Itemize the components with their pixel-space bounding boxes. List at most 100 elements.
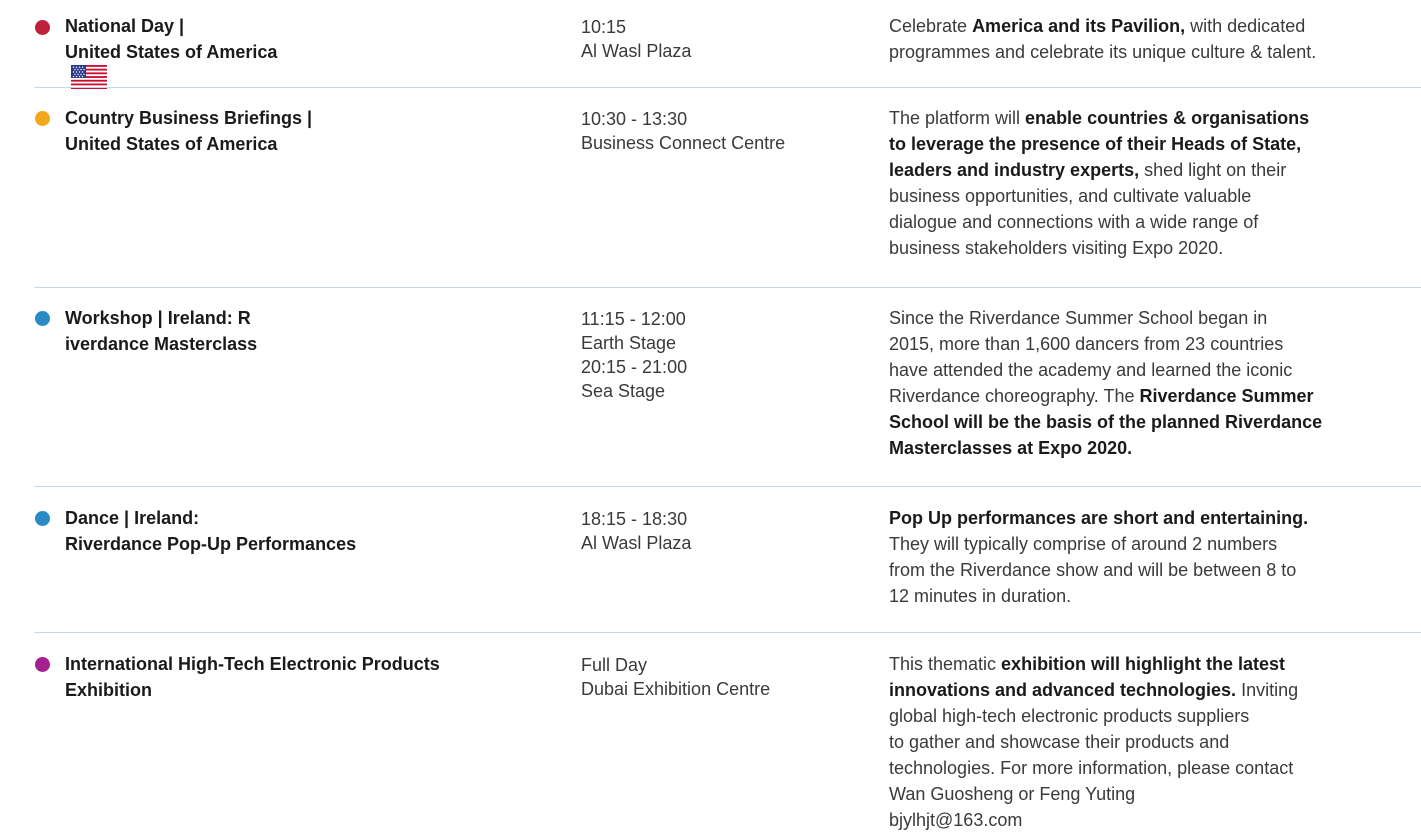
description-line: global high-tech electronic products sup…	[889, 703, 1414, 729]
event-time-venue: 10:15 Al Wasl Plaza	[581, 15, 691, 63]
event-time-venue: 11:15 - 12:00 Earth Stage 20:15 - 21:00 Sea…	[581, 307, 687, 403]
description-text: from the Riverdance show and will be bet…	[889, 560, 1297, 580]
description-text: This thematic	[889, 654, 1002, 674]
description-text: global high-tech electronic products sup…	[889, 706, 1250, 726]
event-description: Pop Up performances are short and entert…	[889, 505, 1414, 609]
event-description: This thematic exhibition will highlight …	[889, 651, 1414, 833]
description-line: business opportunities, and cultivate va…	[889, 183, 1414, 209]
description-text: bjylhjt@163.com	[889, 810, 1023, 830]
event-title-line: Riverdance Pop-Up Performances	[65, 534, 357, 554]
description-line: programmes and celebrate its unique cult…	[889, 39, 1414, 65]
event-time-line: 10:15	[581, 17, 627, 37]
description-bold-text: enable countries & organisations	[1025, 108, 1310, 128]
description-line: from the Riverdance show and will be bet…	[889, 557, 1414, 583]
description-line: School will be the basis of the planned …	[889, 409, 1414, 435]
description-bold-text: to leverage the presence of their Heads …	[889, 134, 1302, 154]
event-title-line: Exhibition	[65, 680, 152, 700]
event-time-line: Full Day	[581, 655, 648, 675]
event-title: Country Business Briefings | United State…	[65, 105, 312, 157]
description-text: programmes and celebrate its unique cult…	[889, 42, 1317, 62]
description-text: with dedicated	[1185, 16, 1306, 36]
event-time-line: Al Wasl Plaza	[581, 41, 692, 61]
description-bold-text: innovations and advanced technologies.	[889, 680, 1237, 700]
event-time-line: Sea Stage	[581, 381, 666, 401]
description-text: Riverdance choreography. The	[889, 386, 1140, 406]
event-description: Since the Riverdance Summer School began…	[889, 305, 1414, 461]
description-line: have attended the academy and learned th…	[889, 357, 1414, 383]
event-title-line: Workshop | Ireland: R	[65, 308, 251, 328]
description-bold-text: School will be the basis of the planned …	[889, 412, 1323, 432]
description-bold-text: exhibition will highlight the latest	[1001, 654, 1286, 674]
description-line: to leverage the presence of their Heads …	[889, 131, 1414, 157]
description-text: Wan Guosheng or Feng Yuting	[889, 784, 1136, 804]
description-bold-text: Masterclasses at Expo 2020.	[889, 438, 1133, 458]
description-bold-text: leaders and industry experts,	[889, 160, 1140, 180]
description-line: 2015, more than 1,600 dancers from 23 co…	[889, 331, 1414, 357]
event-time-line: 11:15 - 12:00	[581, 309, 686, 329]
description-text: business stakeholders visiting Expo 2020…	[889, 238, 1224, 258]
row-divider	[34, 287, 1421, 288]
event-title: Dance | Ireland: Riverdance Pop-Up Perfor…	[65, 505, 356, 557]
description-text: dialogue and connections with a wide ran…	[889, 212, 1259, 232]
description-bold-text: Pop Up performances are short and entert…	[889, 508, 1309, 528]
event-time-line: Al Wasl Plaza	[581, 533, 692, 553]
row-divider	[34, 87, 1421, 88]
status-dot	[35, 111, 50, 126]
event-time-venue: 18:15 - 18:30 Al Wasl Plaza	[581, 507, 691, 555]
description-bold-text: Riverdance Summer	[1139, 386, 1314, 406]
description-line: They will typically comprise of around 2…	[889, 531, 1414, 557]
event-title-line: International High-Tech Electronic Produ…	[65, 654, 440, 674]
description-text: to gather and showcase their products an…	[889, 732, 1230, 752]
description-text: business opportunities, and cultivate va…	[889, 186, 1252, 206]
event-time-venue: 10:30 - 13:30 Business Connect Centre	[581, 107, 785, 155]
us-flag-icon	[71, 65, 277, 96]
description-text: The platform will	[889, 108, 1026, 128]
description-text: 2015, more than 1,600 dancers from 23 co…	[889, 334, 1284, 354]
row-divider	[34, 632, 1421, 633]
event-description: The platform will enable countries & org…	[889, 105, 1414, 261]
description-line: Riverdance choreography. The Riverdance …	[889, 383, 1414, 409]
status-dot	[35, 657, 50, 672]
event-time-line: Earth Stage	[581, 333, 677, 353]
description-text: They will typically comprise of around 2…	[889, 534, 1278, 554]
event-title: International High-Tech Electronic Produ…	[65, 651, 440, 703]
event-title-line: iverdance Masterclass	[65, 334, 258, 354]
event-title: National Day | United States of America	[65, 13, 277, 96]
event-time-line: Dubai Exhibition Centre	[581, 679, 771, 699]
event-time-line: Business Connect Centre	[581, 133, 786, 153]
description-bold-text: America and its Pavilion,	[972, 16, 1186, 36]
status-dot	[35, 311, 50, 326]
description-line: bjylhjt@163.com	[889, 807, 1414, 833]
description-line: leaders and industry experts, shed light…	[889, 157, 1414, 183]
event-time-venue: Full Day Dubai Exhibition Centre	[581, 653, 770, 701]
event-time-line: 20:15 - 21:00	[581, 357, 688, 377]
event-time-line: 10:30 - 13:30	[581, 109, 688, 129]
description-text: technologies. For more information, plea…	[889, 758, 1294, 778]
description-text: Since the Riverdance Summer School began…	[889, 308, 1268, 328]
description-line: Masterclasses at Expo 2020.	[889, 435, 1414, 461]
description-line: This thematic exhibition will highlight …	[889, 651, 1414, 677]
event-title-line: United States of America	[65, 134, 278, 154]
description-text: have attended the academy and learned th…	[889, 360, 1293, 380]
description-text: Celebrate	[889, 16, 973, 36]
description-line: technologies. For more information, plea…	[889, 755, 1414, 781]
row-divider	[34, 486, 1421, 487]
event-title: Workshop | Ireland: R iverdance Mastercla…	[65, 305, 257, 357]
description-line: Since the Riverdance Summer School began…	[889, 305, 1414, 331]
description-text: 12 minutes in duration.	[889, 586, 1072, 606]
description-line: innovations and advanced technologies. I…	[889, 677, 1414, 703]
event-title-line: Country Business Briefings |	[65, 108, 313, 128]
description-line: business stakeholders visiting Expo 2020…	[889, 235, 1414, 261]
event-title-line: National Day |	[65, 16, 185, 36]
description-line: Celebrate America and its Pavilion, with…	[889, 13, 1414, 39]
description-line: Pop Up performances are short and entert…	[889, 505, 1414, 531]
description-line: dialogue and connections with a wide ran…	[889, 209, 1414, 235]
description-line: Wan Guosheng or Feng Yuting	[889, 781, 1414, 807]
event-title-line: Dance | Ireland:	[65, 508, 200, 528]
description-line: The platform will enable countries & org…	[889, 105, 1414, 131]
event-description: Celebrate America and its Pavilion, with…	[889, 13, 1414, 65]
description-text: Inviting	[1236, 680, 1299, 700]
description-text: shed light on their	[1139, 160, 1287, 180]
event-time-line: 18:15 - 18:30	[581, 509, 688, 529]
status-dot	[35, 511, 50, 526]
